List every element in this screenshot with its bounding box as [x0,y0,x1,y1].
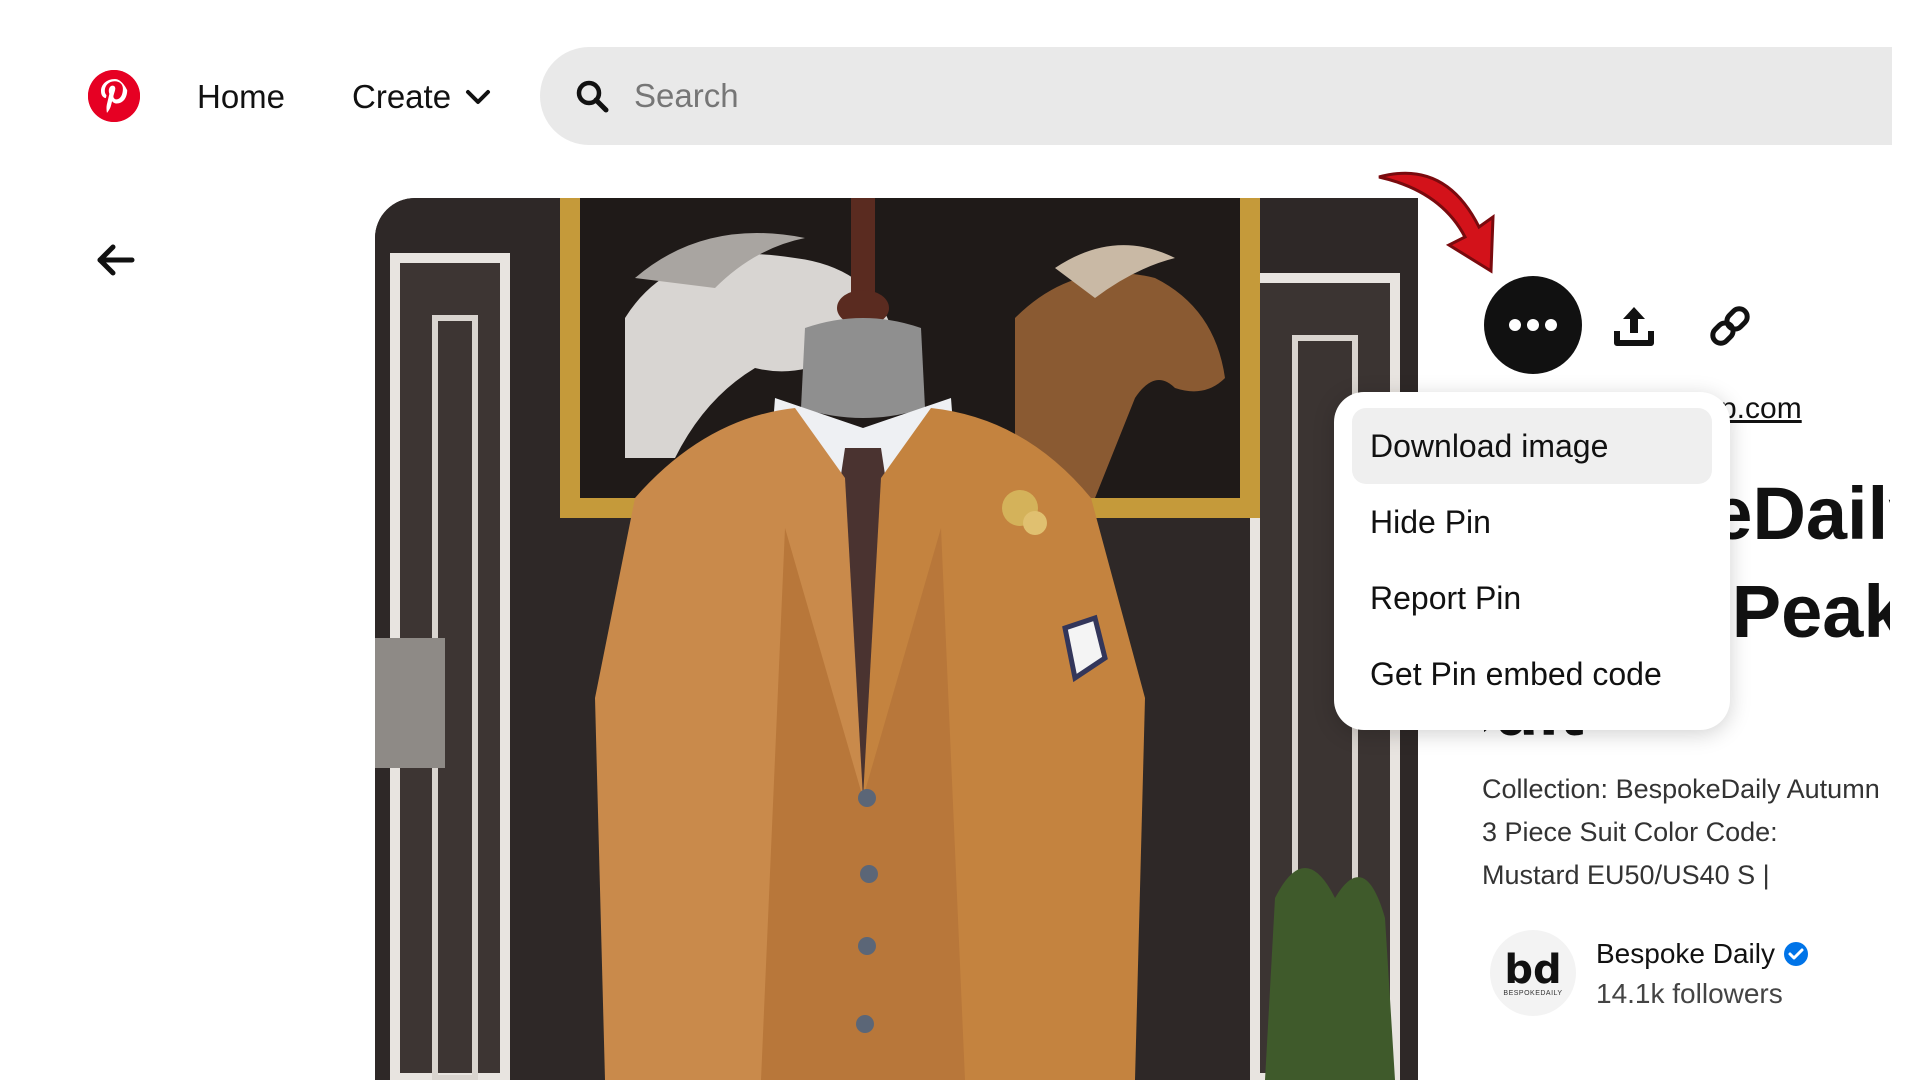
menu-item-report-pin[interactable]: Report Pin [1352,560,1712,636]
arrow-left-icon [97,244,135,276]
creator-logo-subtext: BESPOKEDAILY [1503,989,1563,997]
search-input[interactable] [634,77,1534,115]
verified-badge-icon [1783,942,1808,966]
copy-link-button[interactable] [1702,298,1758,354]
pinterest-p-icon [88,70,140,122]
nav-create-menu[interactable]: Create [352,78,491,116]
creator-followers: 14.1k followers [1596,978,1783,1009]
chevron-down-icon [466,90,491,104]
search-bar[interactable] [540,47,1892,145]
pin-description-area: Collection: BespokeDaily Autumn 3 Piece … [1482,768,1888,898]
pinterest-logo[interactable] [88,70,140,122]
creator-name: Bespoke Daily [1596,938,1775,969]
more-options-button[interactable] [1484,276,1582,374]
nav-create-label: Create [352,78,452,115]
menu-item-hide-pin[interactable]: Hide Pin [1352,484,1712,560]
back-button[interactable] [92,236,140,284]
search-icon [572,76,612,116]
pin-image[interactable] [375,198,1418,1080]
pin-description: Collection: BespokeDaily Autumn 3 Piece … [1482,774,1880,890]
share-button[interactable] [1606,298,1662,354]
creator-avatar[interactable]: bd BESPOKEDAILY [1490,930,1576,1016]
source-link[interactable]: p.com [1720,392,1802,426]
menu-item-get-embed-code[interactable]: Get Pin embed code [1352,636,1712,712]
more-options-menu: Download image Hide Pin Report Pin Get P… [1334,392,1730,730]
link-icon [1710,306,1750,346]
menu-item-download-image[interactable]: Download image [1352,408,1712,484]
creator-name-row[interactable]: Bespoke Daily [1596,938,1809,970]
creator-logo-text: bd [1504,946,1562,993]
annotation-arrow-icon [1378,171,1495,274]
nav-home-link[interactable]: Home [197,78,285,116]
more-dots-icon [1509,319,1557,331]
share-upload-icon [1614,307,1654,346]
suit-photo [375,198,1418,1080]
